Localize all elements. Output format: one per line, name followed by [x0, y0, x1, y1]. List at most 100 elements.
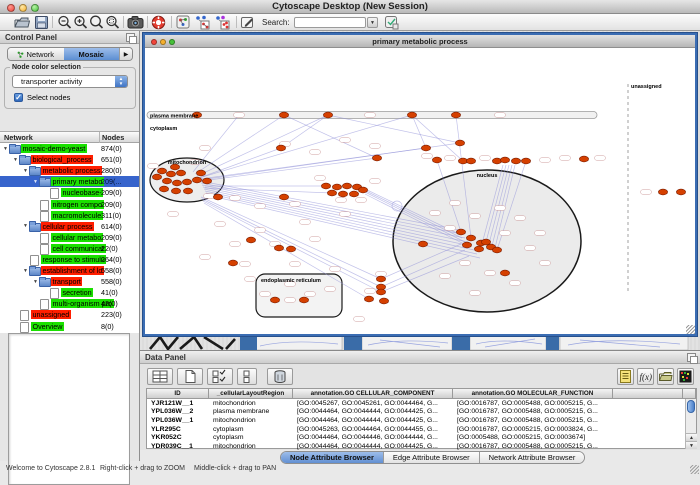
network-node[interactable]: [246, 237, 255, 243]
network-node[interactable]: [500, 157, 509, 163]
table-row[interactable]: YKR052Ccytoplasm[GO:0044464, GO:0044446,…: [147, 433, 683, 442]
tree-row[interactable]: ▼mosaic-demo-yeast874(0): [0, 143, 139, 154]
tab-network[interactable]: Network: [8, 48, 64, 60]
network-node[interactable]: [162, 178, 171, 184]
scrollbar-thumb[interactable]: [687, 400, 695, 413]
network-node[interactable]: [376, 276, 385, 282]
tree-row[interactable]: response to stimulu264(0): [0, 254, 139, 265]
zoom-in-icon[interactable]: [73, 15, 89, 30]
tree-row[interactable]: ▼establishment of lo558(0): [0, 265, 139, 276]
network-node[interactable]: [456, 229, 465, 235]
import-attributes-icon[interactable]: [657, 368, 674, 385]
col-header-region[interactable]: _cellularLayoutRegion: [209, 389, 293, 399]
table-row[interactable]: YJR121W__1mitochondrion[GO:0045267, GO:0…: [147, 399, 683, 408]
table-row[interactable]: YPL036W__2plasma membrane[GO:0044464, GO…: [147, 408, 683, 417]
help-icon[interactable]: [151, 15, 167, 30]
expand-arrow-icon[interactable]: ▼: [32, 179, 39, 185]
tree-row[interactable]: ▼primary metabo209(...: [0, 176, 139, 187]
tree-row[interactable]: macromolecule311(0): [0, 210, 139, 221]
network-node[interactable]: [474, 246, 483, 252]
network-node[interactable]: [349, 191, 358, 197]
tree-col-nodes[interactable]: Nodes: [102, 133, 124, 142]
network-node[interactable]: [279, 194, 288, 200]
birdseye-view[interactable]: [8, 333, 130, 485]
network-node[interactable]: [376, 289, 385, 295]
network-node[interactable]: [492, 158, 501, 164]
table-row[interactable]: YLR295Ccytoplasm[GO:0045263, GO:0044464,…: [147, 425, 683, 434]
network-node[interactable]: [196, 170, 205, 176]
tree-row[interactable]: ▼biological_process651(0): [0, 154, 139, 165]
tree-row[interactable]: nucleobase-209(0): [0, 187, 139, 198]
table-corner-button[interactable]: [683, 389, 696, 399]
unselect-all-attributes-icon[interactable]: [237, 368, 257, 385]
network-node[interactable]: [213, 194, 222, 200]
tab-edge-attribute-browser[interactable]: Edge Attribute Browser: [384, 452, 480, 463]
tree-row[interactable]: multi-organism pro42(0): [0, 298, 139, 309]
expand-arrow-icon[interactable]: ▼: [22, 223, 29, 229]
network-node[interactable]: [276, 145, 285, 151]
network-node[interactable]: [286, 246, 295, 252]
network-node[interactable]: [421, 145, 430, 151]
node-color-dropdown[interactable]: transporter activity ▲▼: [12, 75, 128, 88]
network-node[interactable]: [270, 297, 279, 303]
expand-arrow-icon[interactable]: ▼: [32, 279, 39, 285]
network-node[interactable]: [466, 158, 475, 164]
zoom-selected-icon[interactable]: [105, 15, 121, 30]
select-all-attributes-icon[interactable]: [207, 368, 233, 385]
network-node[interactable]: [579, 156, 588, 162]
network-node[interactable]: [511, 158, 520, 164]
tabs-overflow-arrow[interactable]: ▶: [119, 48, 132, 60]
search-input[interactable]: [294, 17, 366, 28]
network-node[interactable]: [462, 242, 471, 248]
col-header-molecular[interactable]: annotation.GO MOLECULAR_FUNCTION: [453, 389, 613, 399]
network-node[interactable]: [321, 183, 330, 189]
expand-arrow-icon[interactable]: ▼: [12, 157, 19, 163]
network-node[interactable]: [192, 177, 201, 183]
zoom-out-icon[interactable]: [57, 15, 73, 30]
zoom-fit-icon[interactable]: [89, 15, 105, 30]
open-file-icon[interactable]: [14, 15, 30, 30]
tree-row[interactable]: secretion41(0): [0, 287, 139, 298]
annotation-icon[interactable]: [240, 15, 256, 30]
tree-row[interactable]: Overview8(0): [0, 321, 139, 332]
select-attributes-icon[interactable]: [147, 368, 173, 385]
search-dropdown-arrow[interactable]: ▼: [367, 17, 378, 28]
network-node[interactable]: [342, 183, 351, 189]
select-nodes-checkbox[interactable]: ✓: [14, 93, 23, 102]
network-node[interactable]: [183, 188, 192, 194]
network-node[interactable]: [432, 157, 441, 163]
network-node[interactable]: [228, 260, 237, 266]
network-node[interactable]: [159, 186, 168, 192]
tree-row[interactable]: cellular metabo209(0): [0, 232, 139, 243]
new-attribute-icon[interactable]: [177, 368, 203, 385]
snapshot-icon[interactable]: [127, 15, 143, 30]
tree-row[interactable]: unassigned223(0): [0, 309, 139, 320]
delete-attribute-icon[interactable]: [267, 368, 293, 385]
tree-row[interactable]: ▼metabolic process280(0): [0, 165, 139, 176]
network-node[interactable]: [364, 296, 373, 302]
network-node[interactable]: [157, 168, 166, 174]
save-icon[interactable]: [34, 15, 50, 30]
expand-arrow-icon[interactable]: ▼: [22, 268, 29, 274]
table-row[interactable]: YPL036W__1mitochondrion[GO:0044464, GO:0…: [147, 416, 683, 425]
network-node[interactable]: [202, 178, 211, 184]
network-node[interactable]: [358, 187, 367, 193]
network-node[interactable]: [418, 241, 427, 247]
tree-row[interactable]: nitrogen compo209(0): [0, 198, 139, 209]
network-node[interactable]: [166, 171, 175, 177]
tab-network-attribute-browser[interactable]: Network Attribute Browser: [480, 452, 585, 463]
network-node[interactable]: [172, 180, 181, 186]
network-node[interactable]: [676, 189, 685, 195]
expand-arrow-icon[interactable]: ▼: [2, 146, 9, 152]
network-node[interactable]: [500, 270, 509, 276]
tab-mosaic[interactable]: Mosaic: [64, 48, 120, 60]
network-node[interactable]: [332, 184, 341, 190]
network-node[interactable]: [152, 174, 161, 180]
network-node[interactable]: [338, 191, 347, 197]
network-view-window[interactable]: primary metabolic process plasma membran…: [143, 33, 697, 336]
table-row[interactable]: YDR039C__1mitochondrion[GO:0044464, GO:0…: [147, 442, 683, 451]
network-overview-icon[interactable]: [176, 15, 192, 30]
tree-row[interactable]: ▼transport558(0): [0, 276, 139, 287]
network-canvas[interactable]: plasma membrane cytoplasm mitochondrion …: [145, 48, 695, 333]
col-header-cellular[interactable]: annotation.GO CELLULAR_COMPONENT: [293, 389, 453, 399]
